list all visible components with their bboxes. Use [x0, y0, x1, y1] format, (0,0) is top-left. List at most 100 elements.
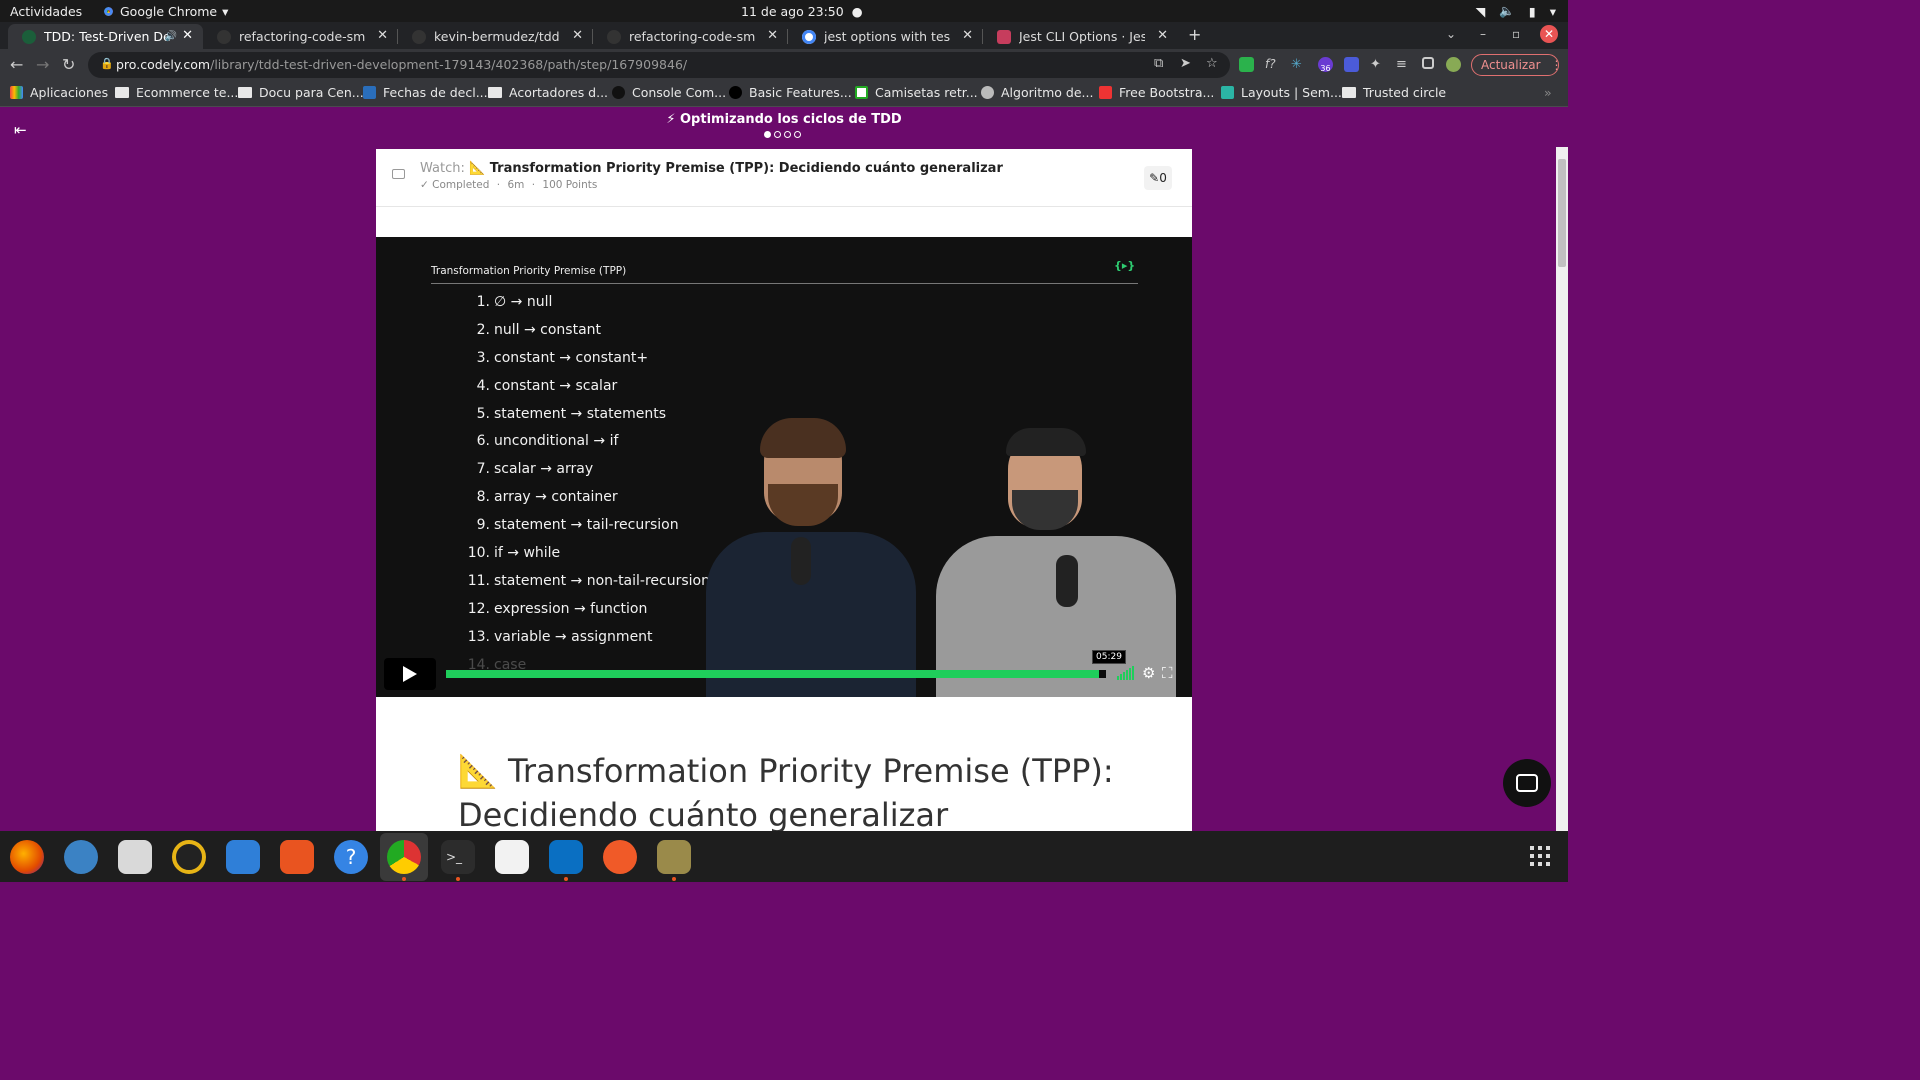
bookmark-console[interactable]: Console Com...	[612, 85, 726, 100]
blue-extension-icon[interactable]	[1344, 57, 1359, 72]
forward-button[interactable]: →	[36, 55, 49, 74]
play-button[interactable]	[384, 658, 436, 690]
ubuntu-dock: ? >_	[0, 831, 1568, 882]
terminal-icon[interactable]: >_	[441, 840, 475, 874]
profile-avatar[interactable]	[1446, 57, 1461, 72]
tpp-item-text: null → constant	[494, 321, 602, 338]
scrollbar-thumb[interactable]	[1558, 159, 1566, 267]
progress-bar[interactable]	[446, 670, 1106, 678]
address-bar[interactable]: 🔒 pro.codely.com/library/tdd-test-driven…	[88, 52, 1230, 78]
tpp-item-text: statement → statements	[494, 405, 667, 422]
translate-icon[interactable]: ⧉	[1154, 56, 1163, 71]
app-menu[interactable]: Google Chrome ▾	[102, 4, 228, 19]
tab-title: kevin-bermudez/tdd-type	[434, 29, 560, 44]
firefox-icon[interactable]	[10, 840, 44, 874]
close-tab-icon[interactable]: ✕	[1157, 28, 1168, 43]
tpp-item: 6. unconditional → if	[466, 433, 710, 461]
spark-extension-icon[interactable]: ✳	[1291, 57, 1306, 72]
volume-control[interactable]	[1117, 666, 1134, 680]
maximize-button[interactable]: ▫	[1512, 27, 1520, 41]
show-applications-icon[interactable]	[1530, 846, 1550, 866]
chat-launcher-button[interactable]	[1503, 759, 1551, 807]
close-tab-icon[interactable]: ✕	[572, 28, 583, 43]
tab-search-icon[interactable]: ⌄	[1446, 27, 1456, 41]
bookmark-camisetas[interactable]: Camisetas retr...	[855, 85, 978, 100]
new-tab-button[interactable]: +	[1188, 25, 1201, 44]
tab-refactoring-1[interactable]: refactoring-code-smells/e ✕	[203, 24, 398, 49]
bookmark-bootstrap[interactable]: Free Bootstra...	[1099, 85, 1214, 100]
video-player[interactable]: Transformation Priority Premise (TPP) {▸…	[376, 237, 1192, 697]
bookmarks-overflow-icon[interactable]: »	[1544, 85, 1552, 100]
wifi-icon: ◥	[1475, 3, 1486, 19]
bookmark-basic-features[interactable]: Basic Features...	[729, 85, 852, 100]
files-icon[interactable]	[118, 840, 152, 874]
running-indicator	[564, 877, 568, 881]
page-scrollbar[interactable]	[1556, 147, 1568, 831]
step-dot[interactable]	[774, 131, 781, 138]
bookmark-label: Docu para Cen...	[259, 85, 364, 100]
clock[interactable]: 11 de ago 23:50 ●	[741, 4, 863, 19]
bookmark-acortadores[interactable]: Acortadores d...	[488, 85, 608, 100]
media-control-icon[interactable]: ≡	[1396, 57, 1411, 72]
tpp-item-number: 11.	[467, 572, 490, 589]
badge-extension-icon[interactable]: 36	[1318, 57, 1333, 73]
close-tab-icon[interactable]: ✕	[377, 28, 388, 43]
thunderbird-icon[interactable]	[64, 840, 98, 874]
back-button[interactable]: ←	[10, 55, 23, 74]
tpp-item: 11. statement → non-tail-recursion	[466, 573, 710, 601]
close-tab-icon[interactable]: ✕	[767, 28, 778, 43]
software-center-icon[interactable]	[280, 840, 314, 874]
activities-button[interactable]: Actividades	[10, 4, 82, 19]
vscode-icon[interactable]	[549, 840, 583, 874]
writer-icon[interactable]	[226, 840, 260, 874]
gimp-icon[interactable]	[495, 840, 529, 874]
tab-tdd[interactable]: TDD: Test-Driven Deve 🔊 ✕	[8, 24, 203, 49]
postman-icon[interactable]	[603, 840, 637, 874]
reload-button[interactable]: ↻	[62, 55, 75, 74]
step-dot[interactable]	[794, 131, 801, 138]
tab-refactoring-2[interactable]: refactoring-code-smells/e ✕	[593, 24, 788, 49]
formula-extension-icon[interactable]: f?	[1265, 57, 1280, 72]
tab-kevin-tdd[interactable]: kevin-bermudez/tdd-type ✕	[398, 24, 593, 49]
step-dot[interactable]	[764, 131, 771, 138]
rhythmbox-icon[interactable]	[172, 840, 206, 874]
close-tab-icon[interactable]: ✕	[182, 28, 193, 43]
running-indicator	[672, 877, 676, 881]
fullscreen-icon[interactable]: ⛶	[1162, 664, 1173, 682]
bookmark-layouts[interactable]: Layouts | Sem...	[1221, 85, 1342, 100]
volume-bar	[1117, 676, 1119, 680]
update-button[interactable]: Actualizar ⋮	[1471, 54, 1563, 76]
tab-jest-google[interactable]: jest options with testpatt ✕	[788, 24, 983, 49]
chrome-dock-icon[interactable]	[387, 840, 421, 874]
play-icon	[403, 666, 417, 682]
notes-button[interactable]: ✎ 0	[1144, 166, 1172, 190]
bookmark-docu[interactable]: Docu para Cen...	[238, 85, 364, 100]
bookmark-star-icon[interactable]: ☆	[1206, 56, 1218, 71]
side-panel-icon[interactable]	[1422, 57, 1434, 69]
minimize-button[interactable]: –	[1480, 27, 1486, 41]
bookmark-algoritmo[interactable]: Algoritmo de...	[981, 85, 1093, 100]
help-icon[interactable]: ?	[334, 840, 368, 874]
bookmark-trusted[interactable]: Trusted circle	[1342, 85, 1446, 100]
system-tray[interactable]: ◥ 🔈 ▮ ▾	[1476, 3, 1556, 19]
archive-manager-icon[interactable]	[657, 840, 691, 874]
bookmark-ecommerce[interactable]: Ecommerce te...	[115, 85, 238, 100]
site-favicon-icon	[612, 86, 625, 99]
codelytv-logo: {▸}	[1114, 259, 1136, 272]
tpp-item: 3. constant → constant+	[466, 350, 710, 378]
tab-title: Jest CLI Options · Jest	[1019, 29, 1145, 44]
volume-bar	[1126, 670, 1128, 680]
send-icon[interactable]: ➤	[1180, 56, 1191, 71]
bookmark-label: Aplicaciones	[30, 85, 109, 100]
step-dot[interactable]	[784, 131, 791, 138]
extension-green-icon[interactable]	[1239, 57, 1254, 72]
settings-gear-icon[interactable]: ⚙	[1142, 664, 1155, 682]
close-window-button[interactable]: ✕	[1540, 25, 1558, 43]
bookmark-apps[interactable]: Aplicaciones	[10, 85, 108, 100]
tab-jest-cli[interactable]: Jest CLI Options · Jest ✕	[983, 24, 1178, 49]
bookmark-fechas[interactable]: Fechas de decl...	[363, 85, 488, 100]
extensions-puzzle-icon[interactable]: ✦	[1370, 57, 1385, 72]
tpp-item-number: 10.	[467, 545, 490, 562]
apps-grid-icon	[10, 86, 23, 99]
close-tab-icon[interactable]: ✕	[962, 28, 973, 43]
